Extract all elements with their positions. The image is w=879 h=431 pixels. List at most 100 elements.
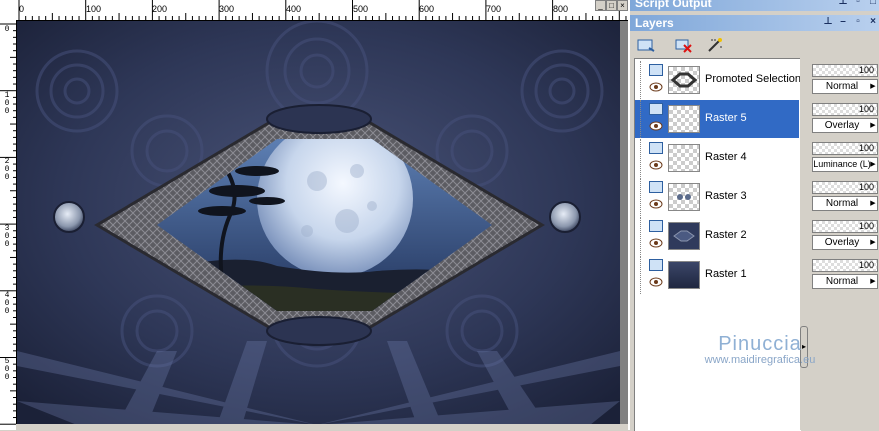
chevron-right-icon[interactable]: ▸	[800, 326, 808, 368]
blend-mode-select[interactable]: Overlay ▶	[812, 118, 878, 133]
opacity-slider[interactable]: 100	[812, 181, 878, 194]
layer-type-icon	[649, 142, 663, 154]
ruler-label: 400	[286, 4, 302, 14]
pin-icon[interactable]: ⊥	[822, 16, 834, 28]
layer-row[interactable]: Raster 5	[635, 100, 799, 138]
opacity-value: 100	[858, 182, 874, 192]
restore-icon[interactable]: ▫	[852, 16, 864, 28]
new-layer-icon[interactable]	[634, 34, 658, 56]
opacity-value: 100	[858, 260, 874, 270]
script-output-titlebar[interactable]: Script Output ⊥ ▫ □	[630, 0, 879, 11]
visibility-eye-icon[interactable]	[649, 199, 663, 209]
canvas-area[interactable]: 0 100 200 300 400 500 600 700 800 _ □ × …	[0, 0, 628, 430]
opacity-slider[interactable]: 100	[812, 259, 878, 272]
layer-name: Raster 3	[705, 190, 747, 202]
blend-mode-value: Overlay	[824, 120, 860, 131]
layer-props: 100 Luminance (L) ▶	[810, 138, 879, 176]
layer-row[interactable]: Raster 2	[635, 217, 799, 255]
layer-thumbnail	[668, 66, 700, 94]
tree-connector	[640, 217, 649, 255]
layer-properties-icon[interactable]	[704, 34, 728, 56]
layer-row[interactable]: Promoted Selection	[635, 61, 801, 99]
dropdown-arrow-icon[interactable]: ▶	[869, 80, 877, 93]
tree-connector	[640, 100, 649, 138]
layer-name: Promoted Selection	[705, 73, 801, 85]
opacity-slider[interactable]: 100	[812, 103, 878, 116]
blend-mode-select[interactable]: Normal ▶	[812, 79, 878, 94]
ruler-label: 100	[4, 91, 10, 116]
ruler-label: 400	[4, 291, 10, 316]
blend-mode-select[interactable]: Normal ▶	[812, 274, 878, 289]
layer-type-icon	[649, 181, 663, 193]
layer-thumbnail	[668, 144, 700, 172]
dropdown-arrow-icon[interactable]: ▶	[869, 119, 877, 132]
layer-name: Raster 5	[705, 112, 747, 124]
tree-connector	[640, 178, 649, 216]
layer-props: 100 Normal ▶	[810, 60, 879, 98]
dropdown-arrow-icon[interactable]: ▶	[869, 275, 877, 288]
tree-connector	[640, 256, 649, 294]
ruler-label: 200	[152, 4, 168, 14]
minimize-icon[interactable]: _	[595, 0, 606, 11]
vertical-ruler: 0 100 200 300 400 500	[0, 20, 17, 430]
restore-icon[interactable]: □	[606, 0, 617, 11]
visibility-eye-icon[interactable]	[649, 121, 663, 131]
visibility-eye-icon[interactable]	[649, 160, 663, 170]
ruler-label: 800	[553, 4, 569, 14]
layer-properties-column: 100 Normal ▶ 100 Overlay ▶ 100 Luminance (…	[810, 58, 879, 430]
visibility-eye-icon[interactable]	[649, 82, 663, 92]
layers-splitter[interactable]: ▸	[800, 58, 808, 430]
ruler-label: 500	[353, 4, 369, 14]
ruler-label: 0	[4, 25, 10, 34]
artwork	[17, 21, 620, 425]
blend-mode-value: Normal	[825, 276, 859, 287]
opacity-slider[interactable]: 100	[812, 142, 878, 155]
visibility-eye-icon[interactable]	[649, 277, 663, 287]
layer-type-icon	[649, 103, 663, 115]
delete-layer-icon[interactable]	[672, 34, 696, 56]
ruler-label: 600	[419, 4, 435, 14]
pin-icon[interactable]: ⊥	[837, 0, 849, 8]
image-canvas[interactable]	[17, 21, 620, 425]
layer-thumbnail	[668, 105, 700, 133]
restore-icon[interactable]: □	[867, 0, 879, 8]
ruler-label: 300	[219, 4, 235, 14]
blend-mode-select[interactable]: Normal ▶	[812, 196, 878, 211]
opacity-value: 100	[858, 104, 874, 114]
layers-list[interactable]: Promoted Selection Raster 5 Raster 4 Ras…	[634, 58, 801, 431]
blend-mode-select[interactable]: Overlay ▶	[812, 235, 878, 250]
layers-title: Layers	[635, 16, 674, 30]
right-panel: Script Output ⊥ ▫ □ Layers ⊥ – ▫ × Promo…	[628, 0, 879, 431]
blend-mode-value: Normal	[825, 81, 859, 92]
layers-titlebar[interactable]: Layers ⊥ – ▫ ×	[630, 15, 879, 31]
ruler-label: 300	[4, 224, 10, 249]
layer-thumbnail	[668, 183, 700, 211]
visibility-eye-icon[interactable]	[649, 238, 663, 248]
script-output-title: Script Output	[635, 0, 712, 10]
blend-mode-value: Overlay	[824, 237, 860, 248]
layer-row[interactable]: Raster 1	[635, 256, 799, 294]
layer-type-icon	[649, 64, 663, 76]
dropdown-arrow-icon[interactable]: ▶	[869, 158, 877, 171]
layer-row[interactable]: Raster 3	[635, 178, 799, 216]
minimize-icon[interactable]: –	[837, 16, 849, 28]
blend-mode-select[interactable]: Luminance (L) ▶	[812, 157, 878, 172]
tree-connector	[640, 61, 649, 99]
layer-row[interactable]: Raster 4	[635, 139, 799, 177]
restore-icon[interactable]: ▫	[852, 0, 864, 8]
dropdown-arrow-icon[interactable]: ▶	[869, 197, 877, 210]
ruler-ticks	[18, 0, 627, 20]
horizontal-ruler: 0 100 200 300 400 500 600 700 800 _ □ ×	[16, 0, 628, 21]
layer-props: 100 Normal ▶	[810, 177, 879, 215]
layer-thumbnail	[668, 222, 700, 250]
layer-props: 100 Normal ▶	[810, 255, 879, 293]
opacity-value: 100	[858, 143, 874, 153]
ruler-label: 700	[486, 4, 502, 14]
opacity-slider[interactable]: 100	[812, 64, 878, 77]
close-icon[interactable]: ×	[617, 0, 628, 11]
blend-mode-value: Normal	[825, 198, 859, 209]
dropdown-arrow-icon[interactable]: ▶	[869, 236, 877, 249]
close-icon[interactable]: ×	[867, 16, 879, 28]
opacity-slider[interactable]: 100	[812, 220, 878, 233]
canvas-bottom-edge	[16, 424, 628, 430]
